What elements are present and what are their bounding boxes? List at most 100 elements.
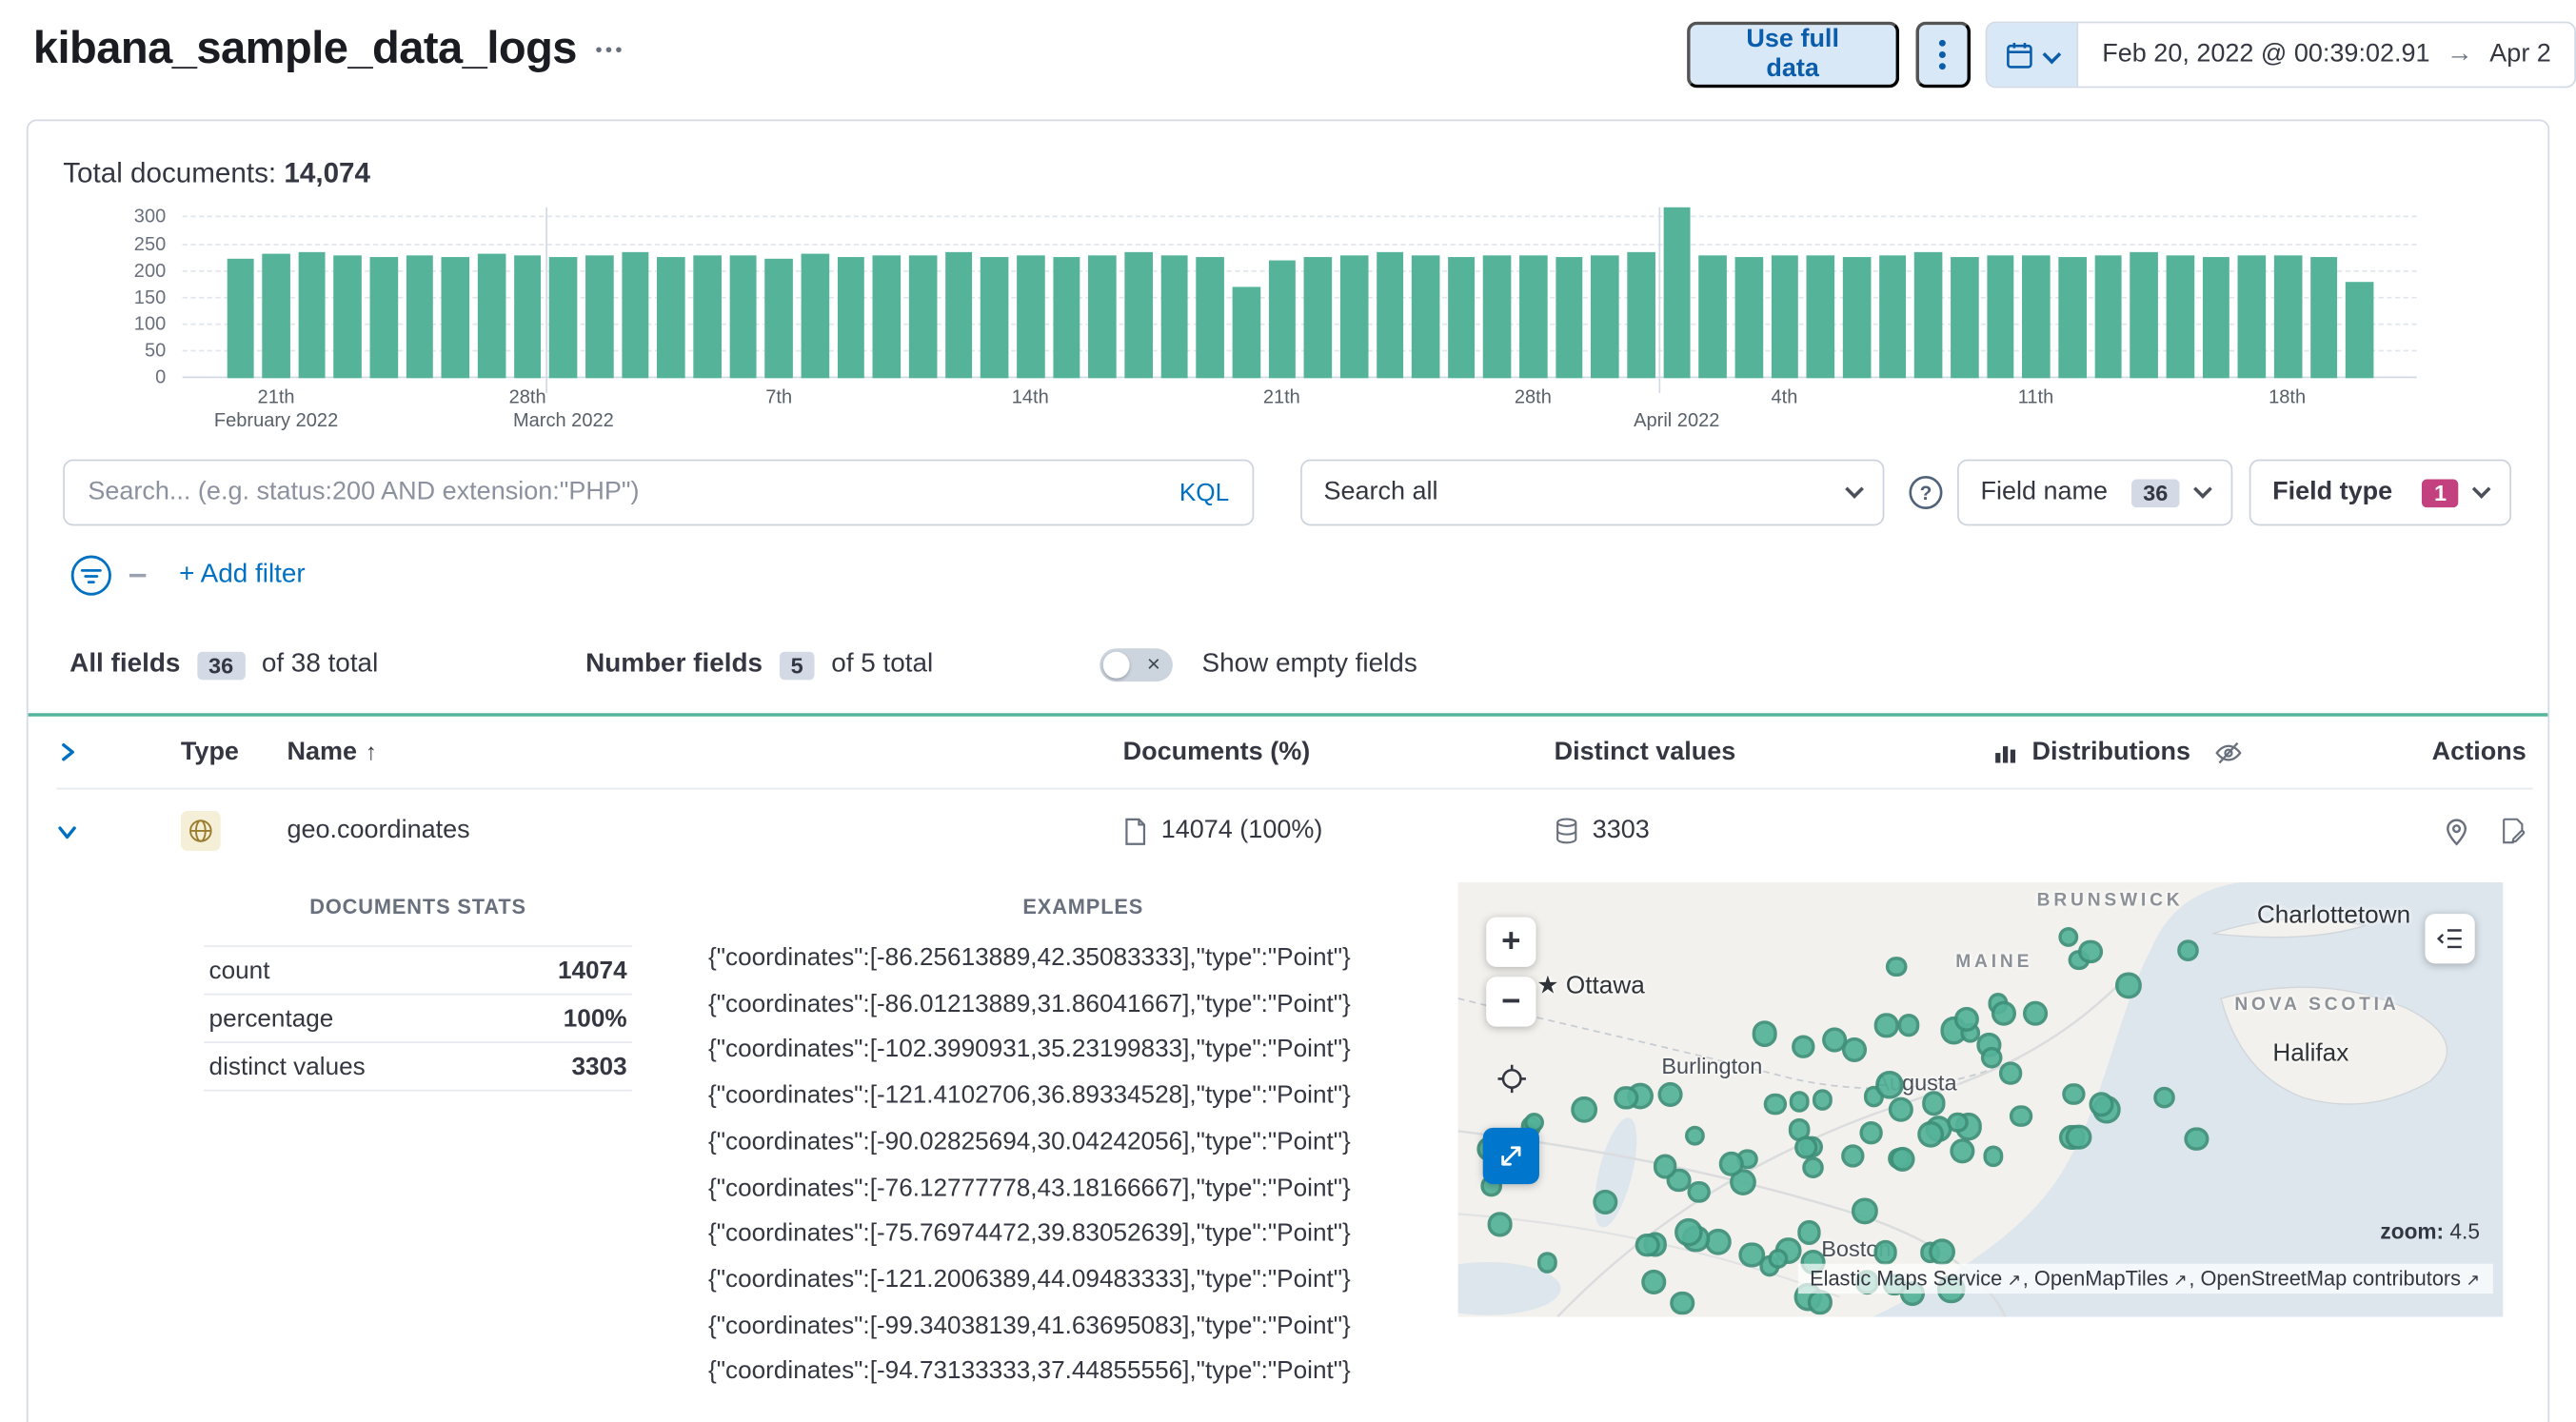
map-dot [1982, 1146, 2004, 1168]
attribution-link[interactable]: OpenMapTiles [2034, 1267, 2169, 1290]
date-quick-select-button[interactable] [1988, 23, 2079, 87]
question-icon: ? [1909, 475, 1943, 510]
add-filter-button[interactable]: + Add filter [179, 561, 306, 590]
chart-bar [1447, 257, 1476, 379]
y-tick-label: 300 [133, 207, 167, 228]
help-button[interactable]: ? [1908, 474, 1944, 510]
map-label: BRUNSWICK [2036, 890, 2184, 911]
title-options-icon[interactable] [593, 42, 623, 55]
map-dot [1808, 1290, 1833, 1315]
view-in-maps-button[interactable] [2444, 817, 2470, 845]
chevron-down-icon [1845, 480, 1864, 499]
stat-label: count [208, 956, 270, 985]
chart-bar [2273, 255, 2302, 379]
map-label: MAINE [1955, 952, 2033, 973]
x-tick-label: 28th [508, 387, 546, 408]
chart-x-axis: 21th 28th 7th 14th 21th 28th 4th 11th 18th Februa… [214, 384, 2376, 437]
map-dot [1792, 1035, 1815, 1058]
date-range-arrow-icon: → [2446, 39, 2473, 69]
documents-stats: DOCUMENTS STATS count 14074 percentage 1… [204, 896, 632, 1092]
field-name-dropdown[interactable]: Field name 36 [1957, 459, 2233, 526]
kql-button[interactable]: KQL [1179, 479, 1229, 507]
globe-icon [189, 819, 212, 841]
chart-bar [513, 254, 542, 379]
x-tick-label: 21th [1262, 387, 1300, 408]
field-type-dropdown[interactable]: Field type 1 [2249, 459, 2512, 526]
map-dot [1980, 1046, 2003, 1070]
edit-icon [2503, 818, 2526, 844]
date-range-start[interactable]: Feb 20, 2022 @ 00:39:02.91 [2102, 40, 2429, 69]
chart-bar [729, 255, 758, 379]
x-tick-label: 14th [1011, 387, 1049, 408]
stat-label: percentage [208, 1004, 334, 1033]
y-tick-label: 250 [133, 234, 167, 255]
map[interactable]: BRUNSWICK Charlottetown ★ Ottawa MAINE NOVA … [1457, 881, 2504, 1317]
chart-bar [369, 257, 398, 379]
map-dot [1949, 1138, 1974, 1164]
stat-value: 3303 [571, 1052, 627, 1081]
date-range-end[interactable]: Apr 2 [2489, 40, 2551, 69]
attribution-link[interactable]: OpenStreetMap contributors [2200, 1267, 2461, 1290]
use-full-data-button[interactable]: Use full data [1687, 21, 1899, 89]
chart-bar [1052, 256, 1080, 379]
top-bar: kibana_sample_data_logs Use full data Fe… [0, 0, 2576, 110]
chart-bar [908, 254, 937, 379]
chart-bar [1556, 257, 1584, 379]
col-name[interactable]: Name ↑ [239, 738, 1055, 767]
edit-field-button[interactable] [2500, 817, 2526, 845]
crosshair-icon [1496, 1063, 1526, 1093]
map-zoom-in-button[interactable]: + [1486, 917, 1536, 967]
filter-bar: + Add filter [63, 552, 2513, 599]
filter-icon[interactable] [69, 554, 112, 597]
y-tick-label: 0 [155, 367, 167, 388]
database-icon [1556, 818, 1577, 844]
examples-section: EXAMPLES {"coordinates":[-86.25613889,42… [708, 896, 1458, 1395]
example-value: {"coordinates":[-90.02825694,30.04242056… [708, 1127, 1351, 1156]
stat-row: percentage 100% [204, 995, 632, 1043]
map-dot [1999, 1061, 2023, 1085]
distinct-values-value: 3303 [1592, 816, 1650, 844]
x-month-label: February 2022 [213, 411, 339, 432]
chart-bar [2058, 257, 2087, 379]
x-tick-label: 18th [2269, 387, 2307, 408]
map-dot [1640, 1269, 1666, 1294]
external-link-icon: ↗ [2172, 1272, 2188, 1291]
stat-row: distinct values 3303 [204, 1043, 632, 1092]
row-collapse-button[interactable] [56, 820, 132, 842]
chart-bar [1734, 257, 1763, 379]
chart-bar [1878, 254, 1907, 379]
map-dot [1991, 1001, 2016, 1027]
map-zoom-out-button[interactable]: − [1486, 977, 1536, 1027]
chart-bar [837, 256, 865, 379]
hide-distributions-button[interactable] [2212, 739, 2244, 765]
chart-bar [2022, 255, 2051, 379]
chart-bar [764, 258, 793, 379]
kebab-menu-button[interactable] [1914, 21, 1972, 89]
y-tick-label: 100 [133, 314, 167, 335]
chart-bar [442, 256, 470, 379]
map-locate-button[interactable] [1486, 1053, 1536, 1102]
chart-bar [2237, 254, 2266, 379]
x-month-label: April 2022 [1634, 411, 1720, 432]
chart-bar [334, 255, 363, 379]
x-tick-label: 11th [2017, 387, 2054, 408]
field-name-cell[interactable]: geo.coordinates [239, 816, 1055, 845]
zoom-label: zoom: [2380, 1218, 2445, 1244]
map-dot [1860, 1120, 1884, 1144]
expand-all-button[interactable] [56, 741, 132, 763]
map-dot [1796, 1219, 1822, 1245]
kebab-icon [1939, 39, 1947, 70]
y-tick-label: 200 [133, 261, 167, 282]
chart-bar [1339, 254, 1368, 379]
attribution-link[interactable]: Elastic Maps Service [1810, 1267, 2002, 1290]
saved-query-select[interactable]: Search all [1300, 459, 1885, 526]
map-expand-button[interactable] [1482, 1127, 1539, 1185]
search-input[interactable] [88, 477, 1163, 508]
show-empty-fields-toggle[interactable]: × [1099, 648, 1173, 682]
map-dot [1842, 1037, 1868, 1063]
chart-bar [1914, 251, 1943, 379]
map-dot [2065, 1123, 2092, 1151]
map-legend-button[interactable] [2425, 914, 2475, 964]
map-attribution: Elastic Maps Service ↗, OpenMapTiles ↗, Op… [1797, 1263, 2493, 1294]
chevron-down-icon [2193, 480, 2212, 499]
